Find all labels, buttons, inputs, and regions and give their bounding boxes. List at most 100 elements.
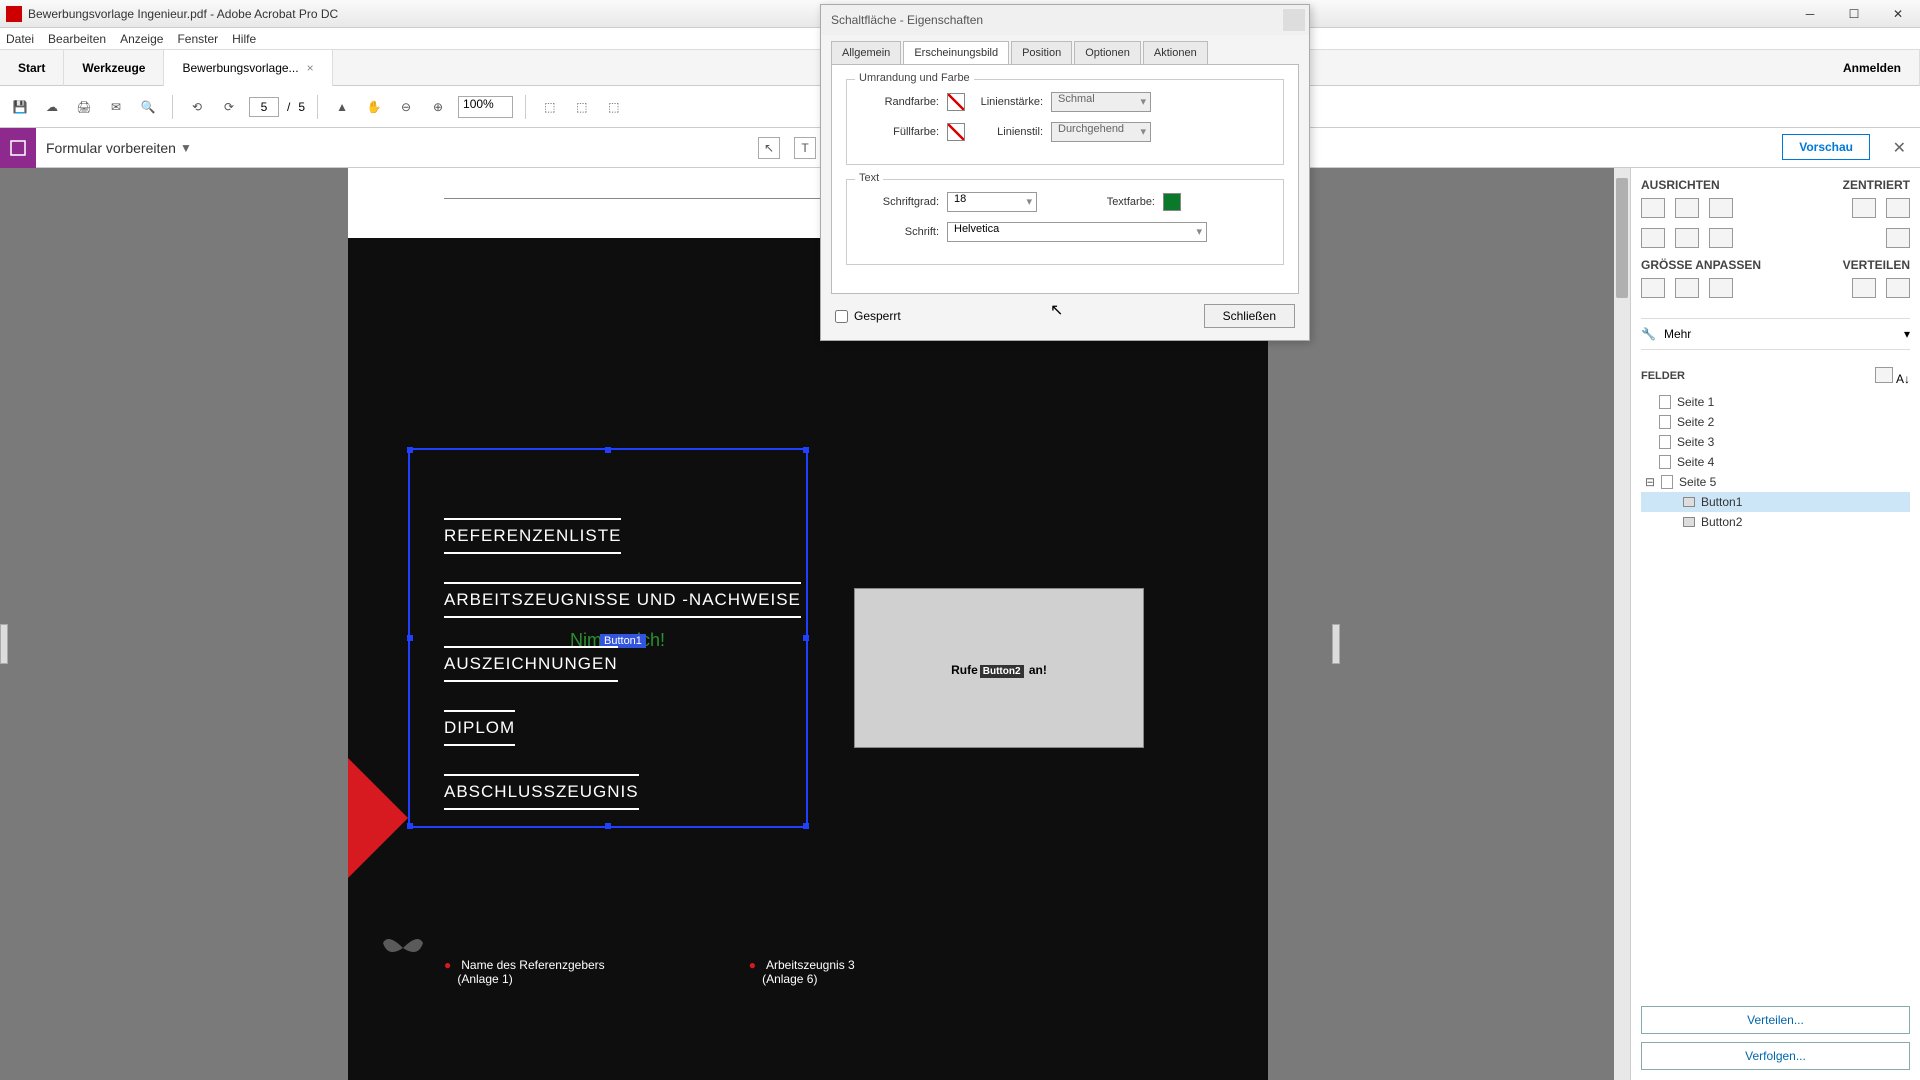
track-button[interactable]: Verfolgen... — [1641, 1042, 1910, 1070]
align-bottom-icon[interactable] — [1709, 228, 1733, 248]
mail-icon[interactable]: ✉ — [104, 95, 128, 119]
tab-start[interactable]: Start — [0, 50, 64, 86]
button2-tag: Button2 — [980, 665, 1024, 678]
red-triangle-icon — [348, 758, 408, 878]
zoom-out-icon[interactable]: ⊖ — [394, 95, 418, 119]
vertical-scrollbar[interactable] — [1614, 168, 1630, 1080]
pointer-icon[interactable]: ▲ — [330, 95, 354, 119]
print-icon[interactable]: 🖨 — [72, 95, 96, 119]
menu-help[interactable]: Hilfe — [232, 32, 256, 46]
tab-position[interactable]: Position — [1011, 41, 1072, 64]
resize-both-icon[interactable] — [1709, 278, 1733, 298]
butterfly-icon — [378, 928, 428, 968]
text-color-swatch[interactable] — [1163, 193, 1181, 211]
fill-color-swatch[interactable] — [947, 123, 965, 141]
fit-page-icon[interactable]: ⬚ — [602, 95, 626, 119]
dialog-close-button[interactable] — [1283, 9, 1305, 31]
search-icon[interactable]: 🔍 — [136, 95, 160, 119]
sort-icon[interactable] — [1875, 367, 1893, 383]
align-right-icon[interactable] — [1709, 198, 1733, 218]
fit-icon[interactable]: ⬚ — [538, 95, 562, 119]
attachment-list: REFERENZENLISTE ARBEITSZEUGNISSE UND -NA… — [444, 518, 801, 838]
border-color-group: Umrandung und Farbe Randfarbe: Linienstä… — [846, 79, 1284, 165]
text-group: Text Schriftgrad: 18 Textfarbe: Schrift:… — [846, 179, 1284, 265]
border-color-swatch[interactable] — [947, 93, 965, 111]
tree-page-1[interactable]: Seite 1 — [1641, 392, 1910, 412]
reference-columns: ●Name des Referenzgebers (Anlage 1) ●Arb… — [444, 958, 1049, 986]
tree-page-2[interactable]: Seite 2 — [1641, 412, 1910, 432]
form-mode-label[interactable]: Formular vorbereiten — [46, 140, 176, 156]
center-both-icon[interactable] — [1886, 228, 1910, 248]
tree-page-4[interactable]: Seite 4 — [1641, 452, 1910, 472]
tab-document[interactable]: Bewerbungsvorlage... × — [164, 50, 332, 86]
menu-edit[interactable]: Bearbeiten — [48, 32, 106, 46]
center-heading: ZENTRIERT — [1843, 178, 1910, 192]
resize-h-icon[interactable] — [1675, 278, 1699, 298]
align-top-icon[interactable] — [1641, 228, 1665, 248]
maximize-button[interactable]: ☐ — [1832, 0, 1876, 28]
line-style-combo[interactable]: Durchgehend — [1051, 122, 1151, 142]
tree-page-3[interactable]: Seite 3 — [1641, 432, 1910, 452]
distribute-heading: VERTEILEN — [1843, 258, 1910, 272]
minimize-button[interactable]: ─ — [1788, 0, 1832, 28]
button2-field[interactable]: RufeButton2 an! — [854, 588, 1144, 748]
chevron-down-icon: ▾ — [1904, 327, 1910, 341]
fields-heading: FELDER — [1641, 370, 1685, 382]
save-icon[interactable]: 💾 — [8, 95, 32, 119]
tab-appearance[interactable]: Erscheinungsbild — [903, 41, 1009, 64]
hand-icon[interactable]: ✋ — [362, 95, 386, 119]
select-tool-icon[interactable]: ↖ — [758, 137, 780, 159]
align-left-icon[interactable] — [1641, 198, 1665, 218]
distribute-h-icon[interactable] — [1852, 278, 1876, 298]
more-dropdown[interactable]: 🔧 Mehr ▾ — [1641, 318, 1910, 350]
fields-tree: Seite 1 Seite 2 Seite 3 Seite 4 ⊟Seite 5… — [1641, 392, 1910, 532]
sort-az-icon[interactable]: A↓ — [1896, 372, 1910, 386]
tree-button2[interactable]: Button2 — [1641, 512, 1910, 532]
fit-width-icon[interactable]: ⬚ — [570, 95, 594, 119]
font-combo[interactable]: Helvetica — [947, 222, 1207, 242]
distribute-button[interactable]: Verteilen... — [1641, 1006, 1910, 1034]
tab-tools[interactable]: Werkzeuge — [64, 50, 164, 86]
right-panel: AUSRICHTEN ZENTRIERT GRÖSSE ANPASSEN VER… — [1630, 168, 1920, 1080]
tree-page-5[interactable]: ⊟Seite 5 — [1641, 472, 1910, 492]
center-h-icon[interactable] — [1852, 198, 1876, 218]
tab-general[interactable]: Allgemein — [831, 41, 901, 64]
resize-heading: GRÖSSE ANPASSEN — [1641, 258, 1761, 272]
distribute-v-icon[interactable] — [1886, 278, 1910, 298]
tree-button1[interactable]: Button1 — [1641, 492, 1910, 512]
dialog-close-btn[interactable]: Schließen — [1204, 304, 1295, 328]
tab-actions[interactable]: Aktionen — [1143, 41, 1208, 64]
cloud-icon[interactable]: ☁ — [40, 95, 64, 119]
right-pane-toggle[interactable] — [1332, 624, 1340, 664]
resize-w-icon[interactable] — [1641, 278, 1665, 298]
line-width-combo[interactable]: Schmal — [1051, 92, 1151, 112]
locked-checkbox[interactable] — [835, 310, 848, 323]
menu-view[interactable]: Anzeige — [120, 32, 163, 46]
properties-dialog: Schaltfläche - Eigenschaften Allgemein E… — [820, 4, 1310, 341]
form-mode-icon[interactable] — [0, 128, 36, 168]
font-size-combo[interactable]: 18 — [947, 192, 1037, 212]
menu-file[interactable]: Datei — [6, 32, 34, 46]
close-panel-icon[interactable]: ✕ — [1893, 138, 1906, 158]
wrench-icon: 🔧 — [1641, 327, 1656, 341]
tab-close-icon[interactable]: × — [307, 61, 314, 75]
prev-page-icon[interactable]: ⟲ — [185, 95, 209, 119]
close-button[interactable]: ✕ — [1876, 0, 1920, 28]
center-v-icon[interactable] — [1886, 198, 1910, 218]
page-input[interactable] — [249, 97, 279, 117]
chevron-down-icon[interactable]: ▼ — [180, 141, 192, 155]
text-field-icon[interactable]: T — [794, 137, 816, 159]
menu-window[interactable]: Fenster — [177, 32, 218, 46]
app-icon — [6, 6, 22, 22]
document-viewport[interactable]: Nimm mich! Button1 REFERENZENLISTE ARBEI… — [0, 168, 1630, 1080]
zoom-select[interactable]: 100% — [458, 96, 513, 118]
preview-button[interactable]: Vorschau — [1782, 134, 1870, 160]
next-page-icon[interactable]: ⟳ — [217, 95, 241, 119]
dialog-title[interactable]: Schaltfläche - Eigenschaften — [821, 5, 1309, 35]
login-button[interactable]: Anmelden — [1825, 50, 1920, 86]
zoom-in-icon[interactable]: ⊕ — [426, 95, 450, 119]
left-pane-toggle[interactable] — [0, 624, 8, 664]
tab-options[interactable]: Optionen — [1074, 41, 1141, 64]
align-center-icon[interactable] — [1675, 198, 1699, 218]
align-middle-icon[interactable] — [1675, 228, 1699, 248]
